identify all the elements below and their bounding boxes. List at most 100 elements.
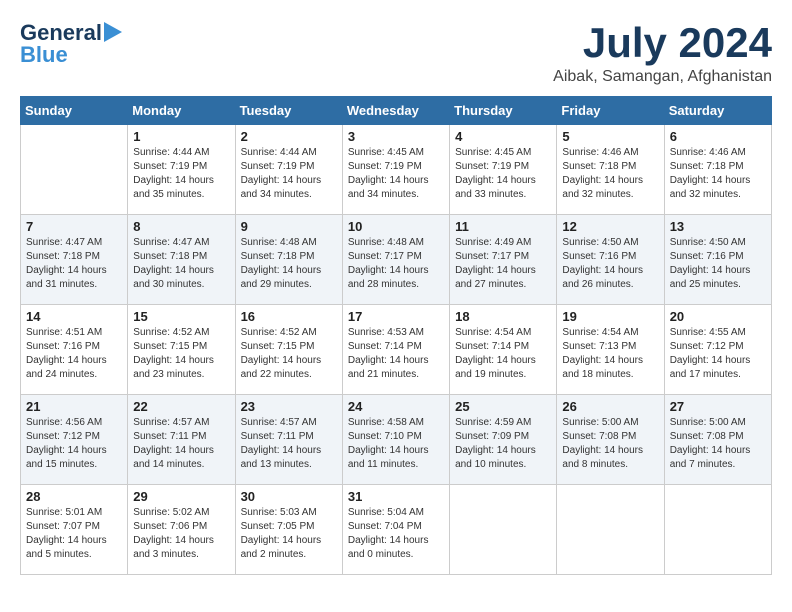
calendar-day-cell: 21 Sunrise: 4:56 AM Sunset: 7:12 PM Dayli… — [21, 395, 128, 485]
day-info: Sunrise: 4:45 AM Sunset: 7:19 PM Dayligh… — [455, 146, 551, 202]
calendar-day-cell: 27 Sunrise: 5:00 AM Sunset: 7:08 PM Dayli… — [664, 395, 771, 485]
calendar-day-cell: 24 Sunrise: 4:58 AM Sunset: 7:10 PM Dayli… — [342, 395, 449, 485]
calendar-day-cell: 4 Sunrise: 4:45 AM Sunset: 7:19 PM Daylig… — [450, 125, 557, 215]
day-info: Sunrise: 4:44 AM Sunset: 7:19 PM Dayligh… — [133, 146, 229, 202]
day-info: Sunrise: 4:52 AM Sunset: 7:15 PM Dayligh… — [133, 326, 229, 382]
day-number: 12 — [562, 219, 658, 234]
calendar-day-cell — [557, 485, 664, 575]
calendar-day-cell: 28Sunrise: 5:01 AM Sunset: 7:07 PM Dayli… — [21, 485, 128, 575]
title-section: July 2024 Aibak, Samangan, Afghanistan — [553, 20, 772, 86]
calendar-day-cell: 6 Sunrise: 4:46 AM Sunset: 7:18 PM Daylig… — [664, 125, 771, 215]
day-info: Sunrise: 5:01 AM Sunset: 7:07 PM Dayligh… — [26, 506, 122, 562]
day-info: Sunrise: 4:45 AM Sunset: 7:19 PM Dayligh… — [348, 146, 444, 202]
calendar-header-row: Sunday Monday Tuesday Wednesday Thursday… — [21, 97, 772, 125]
day-info: Sunrise: 4:53 AM Sunset: 7:14 PM Dayligh… — [348, 326, 444, 382]
day-number: 10 — [348, 219, 444, 234]
calendar-day-cell: 9 Sunrise: 4:48 AM Sunset: 7:18 PM Daylig… — [235, 215, 342, 305]
calendar-day-cell: 22 Sunrise: 4:57 AM Sunset: 7:11 PM Dayli… — [128, 395, 235, 485]
calendar-day-cell: 16Sunrise: 4:52 AM Sunset: 7:15 PM Dayli… — [235, 305, 342, 395]
location-subtitle: Aibak, Samangan, Afghanistan — [553, 68, 772, 86]
col-monday: Monday — [128, 97, 235, 125]
calendar-day-cell — [450, 485, 557, 575]
calendar-table: Sunday Monday Tuesday Wednesday Thursday… — [20, 96, 772, 575]
calendar-day-cell — [21, 125, 128, 215]
calendar-day-cell: 2 Sunrise: 4:44 AM Sunset: 7:19 PM Daylig… — [235, 125, 342, 215]
calendar-day-cell: 29 Sunrise: 5:02 AM Sunset: 7:06 PM Dayli… — [128, 485, 235, 575]
day-number: 21 — [26, 399, 122, 414]
calendar-day-cell: 3 Sunrise: 4:45 AM Sunset: 7:19 PM Daylig… — [342, 125, 449, 215]
calendar-day-cell: 18 Sunrise: 4:54 AM Sunset: 7:14 PM Dayli… — [450, 305, 557, 395]
col-tuesday: Tuesday — [235, 97, 342, 125]
day-info: Sunrise: 4:47 AM Sunset: 7:18 PM Dayligh… — [133, 236, 229, 292]
logo-blue: Blue — [20, 42, 68, 68]
day-info: Sunrise: 4:48 AM Sunset: 7:17 PM Dayligh… — [348, 236, 444, 292]
day-number: 6 — [670, 129, 766, 144]
day-info: Sunrise: 4:49 AM Sunset: 7:17 PM Dayligh… — [455, 236, 551, 292]
day-number: 22 — [133, 399, 229, 414]
day-number: 31 — [348, 489, 444, 504]
calendar-day-cell: 12 Sunrise: 4:50 AM Sunset: 7:16 PM Dayli… — [557, 215, 664, 305]
day-info: Sunrise: 4:57 AM Sunset: 7:11 PM Dayligh… — [133, 416, 229, 472]
col-wednesday: Wednesday — [342, 97, 449, 125]
logo: General Blue — [20, 20, 122, 68]
calendar-day-cell: 20 Sunrise: 4:55 AM Sunset: 7:12 PM Dayli… — [664, 305, 771, 395]
day-number: 11 — [455, 219, 551, 234]
day-number: 27 — [670, 399, 766, 414]
day-info: Sunrise: 4:46 AM Sunset: 7:18 PM Dayligh… — [670, 146, 766, 202]
day-number: 2 — [241, 129, 337, 144]
day-info: Sunrise: 4:51 AM Sunset: 7:16 PM Dayligh… — [26, 326, 122, 382]
day-info: Sunrise: 5:02 AM Sunset: 7:06 PM Dayligh… — [133, 506, 229, 562]
calendar-day-cell: 10 Sunrise: 4:48 AM Sunset: 7:17 PM Dayli… — [342, 215, 449, 305]
calendar-day-cell: 25Sunrise: 4:59 AM Sunset: 7:09 PM Dayli… — [450, 395, 557, 485]
day-number: 14 — [26, 309, 122, 324]
calendar-day-cell: 15 Sunrise: 4:52 AM Sunset: 7:15 PM Dayli… — [128, 305, 235, 395]
day-info: Sunrise: 4:58 AM Sunset: 7:10 PM Dayligh… — [348, 416, 444, 472]
day-info: Sunrise: 4:44 AM Sunset: 7:19 PM Dayligh… — [241, 146, 337, 202]
day-number: 15 — [133, 309, 229, 324]
calendar-week-row: 7 Sunrise: 4:47 AM Sunset: 7:18 PM Daylig… — [21, 215, 772, 305]
day-info: Sunrise: 4:54 AM Sunset: 7:14 PM Dayligh… — [455, 326, 551, 382]
month-year-title: July 2024 — [553, 20, 772, 66]
logo-arrow-icon — [104, 22, 122, 42]
day-info: Sunrise: 5:00 AM Sunset: 7:08 PM Dayligh… — [562, 416, 658, 472]
day-info: Sunrise: 4:57 AM Sunset: 7:11 PM Dayligh… — [241, 416, 337, 472]
day-info: Sunrise: 4:55 AM Sunset: 7:12 PM Dayligh… — [670, 326, 766, 382]
calendar-day-cell: 14 Sunrise: 4:51 AM Sunset: 7:16 PM Dayli… — [21, 305, 128, 395]
day-number: 16 — [241, 309, 337, 324]
day-info: Sunrise: 4:48 AM Sunset: 7:18 PM Dayligh… — [241, 236, 337, 292]
calendar-week-row: 28Sunrise: 5:01 AM Sunset: 7:07 PM Dayli… — [21, 485, 772, 575]
day-info: Sunrise: 4:54 AM Sunset: 7:13 PM Dayligh… — [562, 326, 658, 382]
day-number: 24 — [348, 399, 444, 414]
calendar-day-cell: 7 Sunrise: 4:47 AM Sunset: 7:18 PM Daylig… — [21, 215, 128, 305]
calendar-day-cell: 31Sunrise: 5:04 AM Sunset: 7:04 PM Dayli… — [342, 485, 449, 575]
day-info: Sunrise: 4:46 AM Sunset: 7:18 PM Dayligh… — [562, 146, 658, 202]
calendar-week-row: 1 Sunrise: 4:44 AM Sunset: 7:19 PM Daylig… — [21, 125, 772, 215]
col-sunday: Sunday — [21, 97, 128, 125]
page-header: General Blue July 2024 Aibak, Samangan, … — [20, 20, 772, 86]
day-number: 1 — [133, 129, 229, 144]
calendar-day-cell: 5Sunrise: 4:46 AM Sunset: 7:18 PM Daylig… — [557, 125, 664, 215]
calendar-day-cell: 11 Sunrise: 4:49 AM Sunset: 7:17 PM Dayli… — [450, 215, 557, 305]
day-number: 23 — [241, 399, 337, 414]
calendar-day-cell — [664, 485, 771, 575]
day-info: Sunrise: 4:56 AM Sunset: 7:12 PM Dayligh… — [26, 416, 122, 472]
day-number: 8 — [133, 219, 229, 234]
day-number: 3 — [348, 129, 444, 144]
day-number: 7 — [26, 219, 122, 234]
day-number: 18 — [455, 309, 551, 324]
col-thursday: Thursday — [450, 97, 557, 125]
day-number: 17 — [348, 309, 444, 324]
day-info: Sunrise: 4:47 AM Sunset: 7:18 PM Dayligh… — [26, 236, 122, 292]
day-number: 9 — [241, 219, 337, 234]
calendar-day-cell: 30Sunrise: 5:03 AM Sunset: 7:05 PM Dayli… — [235, 485, 342, 575]
day-number: 13 — [670, 219, 766, 234]
day-number: 20 — [670, 309, 766, 324]
calendar-day-cell: 26Sunrise: 5:00 AM Sunset: 7:08 PM Dayli… — [557, 395, 664, 485]
day-number: 4 — [455, 129, 551, 144]
calendar-day-cell: 1 Sunrise: 4:44 AM Sunset: 7:19 PM Daylig… — [128, 125, 235, 215]
day-number: 29 — [133, 489, 229, 504]
day-info: Sunrise: 5:00 AM Sunset: 7:08 PM Dayligh… — [670, 416, 766, 472]
day-info: Sunrise: 4:50 AM Sunset: 7:16 PM Dayligh… — [562, 236, 658, 292]
col-saturday: Saturday — [664, 97, 771, 125]
calendar-day-cell: 19Sunrise: 4:54 AM Sunset: 7:13 PM Dayli… — [557, 305, 664, 395]
